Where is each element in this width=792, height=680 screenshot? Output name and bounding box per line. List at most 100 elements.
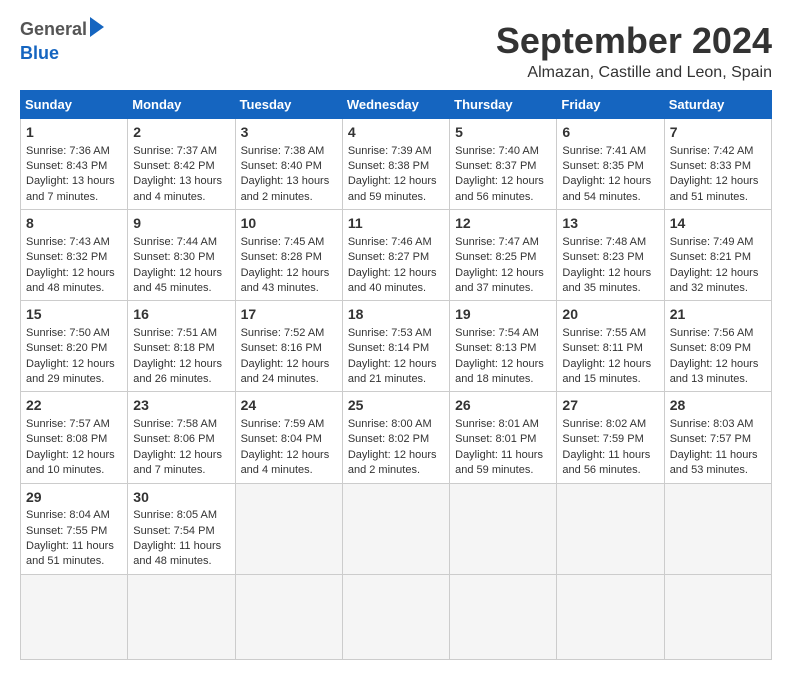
day-number: 14 bbox=[670, 214, 766, 234]
day-number: 1 bbox=[26, 123, 122, 143]
empty-cell bbox=[557, 574, 664, 659]
empty-cell bbox=[664, 574, 771, 659]
day-cell-1: 1 Sunrise: 7:36 AM Sunset: 8:43 PM Dayli… bbox=[21, 119, 128, 210]
logo: General Blue bbox=[20, 20, 104, 64]
day-number: 24 bbox=[241, 396, 337, 416]
day-number: 25 bbox=[348, 396, 444, 416]
day-number: 4 bbox=[348, 123, 444, 143]
sunset-label: Sunset: 8:30 PM bbox=[133, 251, 214, 263]
daylight-label: Daylight: 12 hours and 37 minutes. bbox=[455, 267, 544, 294]
day-cell-30: 30 Sunrise: 8:05 AM Sunset: 7:54 PM Dayl… bbox=[128, 483, 235, 574]
sunrise-label: Sunrise: 7:52 AM bbox=[241, 327, 325, 339]
sunset-label: Sunset: 8:40 PM bbox=[241, 160, 322, 172]
day-number: 22 bbox=[26, 396, 122, 416]
sunrise-label: Sunrise: 7:48 AM bbox=[562, 236, 646, 248]
sunrise-label: Sunrise: 8:00 AM bbox=[348, 418, 432, 430]
location: Almazan, Castille and Leon, Spain bbox=[496, 64, 772, 82]
sunrise-label: Sunrise: 7:47 AM bbox=[455, 236, 539, 248]
day-number: 28 bbox=[670, 396, 766, 416]
month-title: September 2024 bbox=[496, 20, 772, 62]
day-cell-12: 12 Sunrise: 7:47 AM Sunset: 8:25 PM Dayl… bbox=[450, 210, 557, 301]
sunset-label: Sunset: 8:06 PM bbox=[133, 433, 214, 445]
col-tuesday: Tuesday bbox=[235, 91, 342, 119]
sunset-label: Sunset: 8:32 PM bbox=[26, 251, 107, 263]
day-cell-23: 23 Sunrise: 7:58 AM Sunset: 8:06 PM Dayl… bbox=[128, 392, 235, 483]
daylight-label: Daylight: 13 hours and 2 minutes. bbox=[241, 175, 330, 202]
day-cell-28: 28 Sunrise: 8:03 AM Sunset: 7:57 PM Dayl… bbox=[664, 392, 771, 483]
sunrise-label: Sunrise: 7:58 AM bbox=[133, 418, 217, 430]
sunset-label: Sunset: 7:57 PM bbox=[670, 433, 751, 445]
daylight-label: Daylight: 12 hours and 18 minutes. bbox=[455, 358, 544, 385]
day-cell-18: 18 Sunrise: 7:53 AM Sunset: 8:14 PM Dayl… bbox=[342, 301, 449, 392]
sunrise-label: Sunrise: 7:54 AM bbox=[455, 327, 539, 339]
sunrise-label: Sunrise: 7:55 AM bbox=[562, 327, 646, 339]
day-cell-10: 10 Sunrise: 7:45 AM Sunset: 8:28 PM Dayl… bbox=[235, 210, 342, 301]
day-number: 26 bbox=[455, 396, 551, 416]
empty-cell bbox=[342, 483, 449, 574]
day-cell-20: 20 Sunrise: 7:55 AM Sunset: 8:11 PM Dayl… bbox=[557, 301, 664, 392]
empty-cell bbox=[450, 574, 557, 659]
sunset-label: Sunset: 8:09 PM bbox=[670, 342, 751, 354]
sunrise-label: Sunrise: 7:36 AM bbox=[26, 145, 110, 157]
sunset-label: Sunset: 8:42 PM bbox=[133, 160, 214, 172]
sunset-label: Sunset: 8:23 PM bbox=[562, 251, 643, 263]
daylight-label: Daylight: 12 hours and 4 minutes. bbox=[241, 449, 330, 476]
sunset-label: Sunset: 8:43 PM bbox=[26, 160, 107, 172]
col-saturday: Saturday bbox=[664, 91, 771, 119]
day-number: 19 bbox=[455, 305, 551, 325]
day-cell-7: 7 Sunrise: 7:42 AM Sunset: 8:33 PM Dayli… bbox=[664, 119, 771, 210]
daylight-label: Daylight: 12 hours and 21 minutes. bbox=[348, 358, 437, 385]
logo-blue: Blue bbox=[20, 44, 59, 64]
sunrise-label: Sunrise: 8:02 AM bbox=[562, 418, 646, 430]
day-cell-2: 2 Sunrise: 7:37 AM Sunset: 8:42 PM Dayli… bbox=[128, 119, 235, 210]
logo-arrow bbox=[90, 17, 104, 37]
sunset-label: Sunset: 7:55 PM bbox=[26, 525, 107, 537]
daylight-label: Daylight: 11 hours and 56 minutes. bbox=[562, 449, 650, 476]
sunset-label: Sunset: 7:54 PM bbox=[133, 525, 214, 537]
sunset-label: Sunset: 8:20 PM bbox=[26, 342, 107, 354]
sunset-label: Sunset: 8:33 PM bbox=[670, 160, 751, 172]
empty-cell bbox=[557, 483, 664, 574]
day-number: 23 bbox=[133, 396, 229, 416]
day-cell-25: 25 Sunrise: 8:00 AM Sunset: 8:02 PM Dayl… bbox=[342, 392, 449, 483]
sunrise-label: Sunrise: 7:44 AM bbox=[133, 236, 217, 248]
sunrise-label: Sunrise: 7:49 AM bbox=[670, 236, 754, 248]
day-cell-5: 5 Sunrise: 7:40 AM Sunset: 8:37 PM Dayli… bbox=[450, 119, 557, 210]
day-number: 13 bbox=[562, 214, 658, 234]
page-header: General Blue September 2024 Almazan, Cas… bbox=[20, 20, 772, 82]
calendar-row: 1 Sunrise: 7:36 AM Sunset: 8:43 PM Dayli… bbox=[21, 119, 772, 210]
sunrise-label: Sunrise: 7:53 AM bbox=[348, 327, 432, 339]
day-cell-13: 13 Sunrise: 7:48 AM Sunset: 8:23 PM Dayl… bbox=[557, 210, 664, 301]
sunset-label: Sunset: 8:04 PM bbox=[241, 433, 322, 445]
sunset-label: Sunset: 8:35 PM bbox=[562, 160, 643, 172]
day-number: 27 bbox=[562, 396, 658, 416]
sunrise-label: Sunrise: 7:40 AM bbox=[455, 145, 539, 157]
sunset-label: Sunset: 8:11 PM bbox=[562, 342, 643, 354]
sunrise-label: Sunrise: 7:45 AM bbox=[241, 236, 325, 248]
sunrise-label: Sunrise: 7:43 AM bbox=[26, 236, 110, 248]
sunrise-label: Sunrise: 7:50 AM bbox=[26, 327, 110, 339]
day-number: 17 bbox=[241, 305, 337, 325]
sunset-label: Sunset: 8:38 PM bbox=[348, 160, 429, 172]
sunrise-label: Sunrise: 7:38 AM bbox=[241, 145, 325, 157]
day-cell-24: 24 Sunrise: 7:59 AM Sunset: 8:04 PM Dayl… bbox=[235, 392, 342, 483]
sunrise-label: Sunrise: 8:04 AM bbox=[26, 509, 110, 521]
day-number: 15 bbox=[26, 305, 122, 325]
empty-cell bbox=[342, 574, 449, 659]
day-number: 29 bbox=[26, 488, 122, 508]
day-cell-11: 11 Sunrise: 7:46 AM Sunset: 8:27 PM Dayl… bbox=[342, 210, 449, 301]
day-number: 9 bbox=[133, 214, 229, 234]
sunrise-label: Sunrise: 8:03 AM bbox=[670, 418, 754, 430]
day-cell-29: 29 Sunrise: 8:04 AM Sunset: 7:55 PM Dayl… bbox=[21, 483, 128, 574]
day-cell-8: 8 Sunrise: 7:43 AM Sunset: 8:32 PM Dayli… bbox=[21, 210, 128, 301]
daylight-label: Daylight: 12 hours and 15 minutes. bbox=[562, 358, 651, 385]
sunrise-label: Sunrise: 7:57 AM bbox=[26, 418, 110, 430]
day-number: 12 bbox=[455, 214, 551, 234]
sunset-label: Sunset: 8:37 PM bbox=[455, 160, 536, 172]
daylight-label: Daylight: 12 hours and 40 minutes. bbox=[348, 267, 437, 294]
sunset-label: Sunset: 8:14 PM bbox=[348, 342, 429, 354]
daylight-label: Daylight: 12 hours and 2 minutes. bbox=[348, 449, 437, 476]
day-cell-21: 21 Sunrise: 7:56 AM Sunset: 8:09 PM Dayl… bbox=[664, 301, 771, 392]
calendar-row: 22 Sunrise: 7:57 AM Sunset: 8:08 PM Dayl… bbox=[21, 392, 772, 483]
daylight-label: Daylight: 13 hours and 7 minutes. bbox=[26, 175, 115, 202]
